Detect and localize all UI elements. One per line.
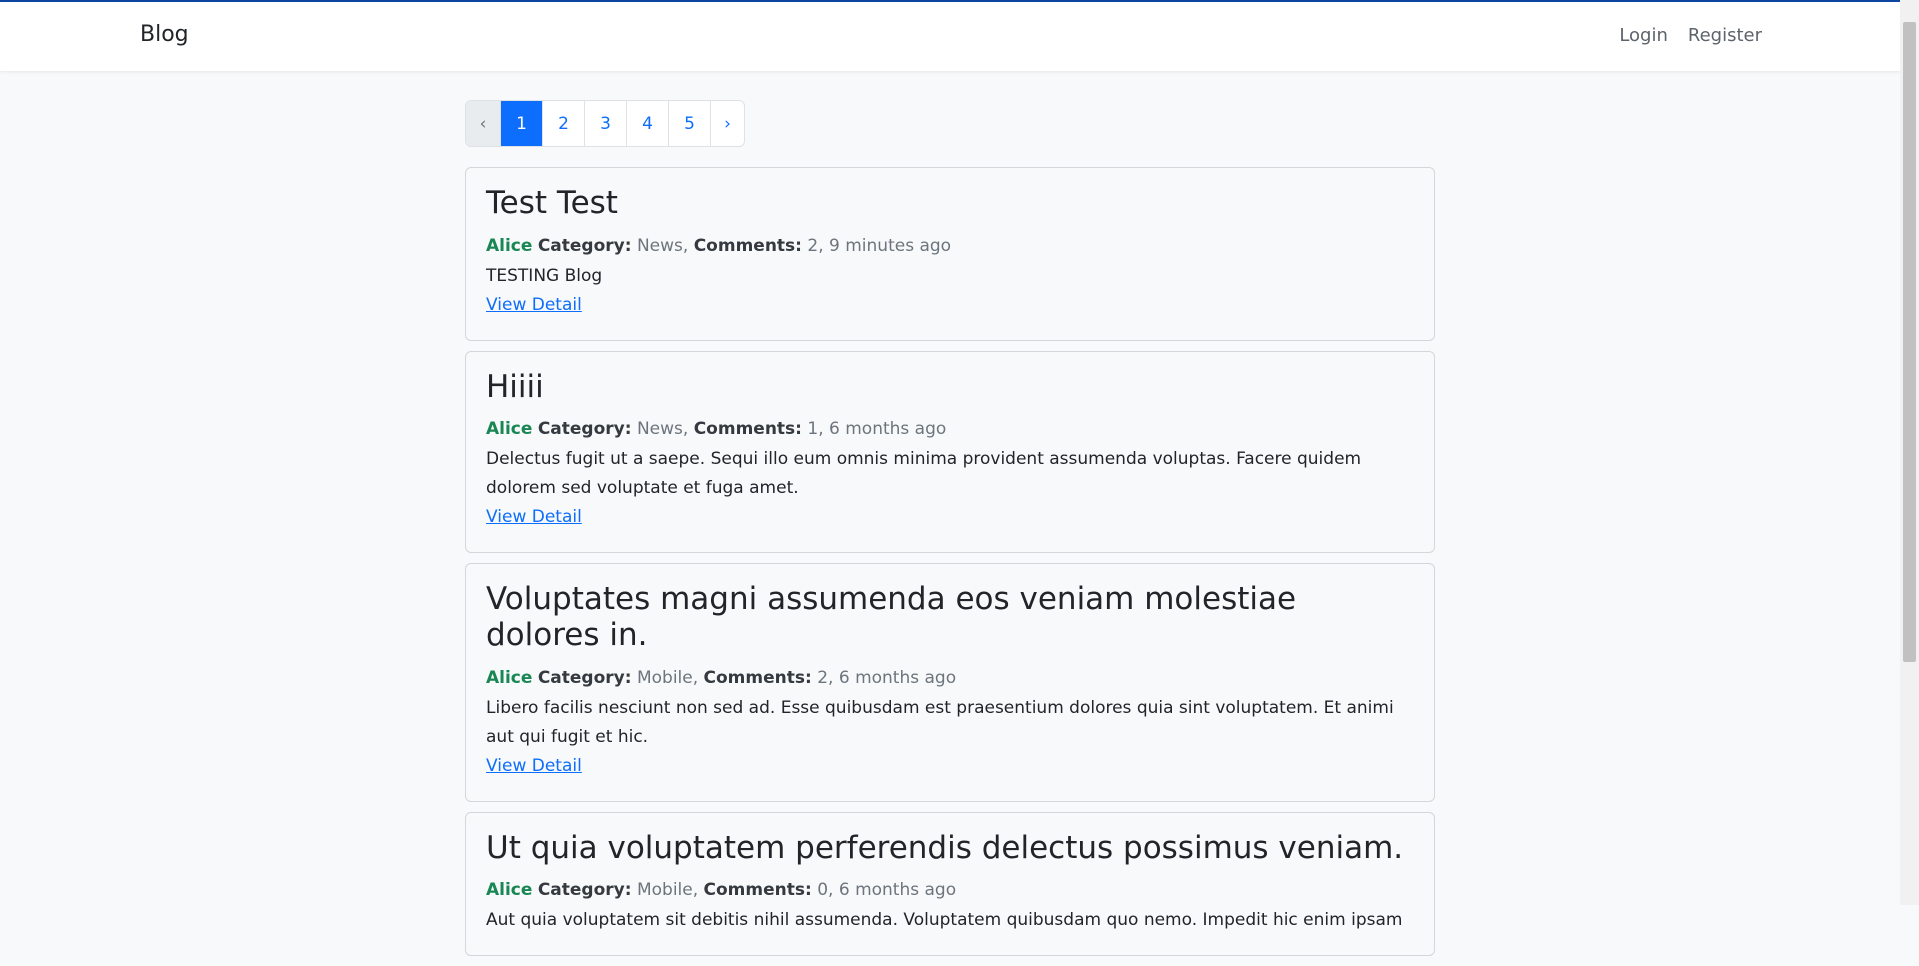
post-list: Test Test Alice Category: News, Comments… [465,167,1435,966]
post-card: Test Test Alice Category: News, Comments… [465,167,1435,341]
post-body: Delectus fugit ut a saepe. Sequi illo eu… [486,449,1362,499]
post-author: Alice [486,667,533,688]
post-author: Alice [486,235,533,256]
page-1[interactable]: 1 [500,101,542,146]
post-author: Alice [486,880,533,901]
post-time: 6 months ago [829,419,947,440]
view-detail-link[interactable]: View Detail [486,756,582,776]
comments-label: Comments: [693,235,802,256]
post-card: Voluptates magni assumenda eos veniam mo… [465,563,1435,802]
post-comments: 2, [817,667,834,688]
comments-label: Comments: [693,419,802,440]
post-category: Mobile, [636,667,699,688]
post-comments: 2, [807,235,824,256]
post-time: 6 months ago [838,667,957,688]
view-detail-link[interactable]: View Detail [486,295,582,315]
post-title: Hiiii [486,368,544,405]
post-meta: Alice Category: News, Comments: 1, 6 mon… [486,419,1414,439]
comments-label: Comments: [703,667,812,688]
post-author: Alice [486,419,533,440]
brand-link[interactable]: Blog [140,22,189,47]
post-meta: Alice Category: Mobile, Comments: 0, 6 m… [486,880,1414,900]
page-2[interactable]: 2 [542,101,584,146]
page-4[interactable]: 4 [626,101,668,146]
category-label: Category: [537,880,632,901]
post-meta: Alice Category: Mobile, Comments: 2, 6 m… [486,668,1414,688]
category-label: Category: [537,667,632,688]
post-category: News, [636,235,689,256]
login-link[interactable]: Login [1619,25,1668,46]
register-link[interactable]: Register [1688,25,1762,46]
pagination-next[interactable]: › [710,101,744,146]
post-time: 6 months ago [838,880,957,901]
post-title: Ut quia voluptatem perferendis delectus … [486,829,1404,866]
post-body: TESTING Blog [486,265,603,286]
page-5[interactable]: 5 [668,101,710,146]
navbar: Blog Login Register [0,2,1900,71]
pagination: ‹ 1 2 3 4 5 › [465,100,745,147]
category-label: Category: [537,235,632,256]
post-body: Aut quia voluptatem sit debitis nihil as… [486,910,1403,931]
post-meta: Alice Category: News, Comments: 2, 9 min… [486,236,1414,256]
post-category: News, [636,419,689,440]
post-comments: 0, [817,880,834,901]
view-detail-link[interactable]: View Detail [486,507,582,527]
page-scrollbar[interactable] [1900,0,1919,905]
scrollbar-thumb[interactable] [1903,22,1916,662]
post-card: Ut quia voluptatem perferendis delectus … [465,811,1435,957]
comments-label: Comments: [703,880,812,901]
category-label: Category: [537,419,632,440]
post-title: Test Test [486,185,618,221]
post-card: Hiiii Alice Category: News, Comments: 1,… [465,350,1435,554]
post-time: 9 minutes ago [829,235,952,256]
pagination-prev[interactable]: ‹ [466,101,500,146]
post-comments: 1, [807,419,824,440]
post-title: Voluptates magni assumenda eos veniam mo… [486,581,1297,653]
post-category: Mobile, [636,880,699,901]
post-body: Libero facilis nesciunt non sed ad. Esse… [486,697,1394,747]
page-3[interactable]: 3 [584,101,626,146]
nav-links: Login Register [1619,25,1762,46]
